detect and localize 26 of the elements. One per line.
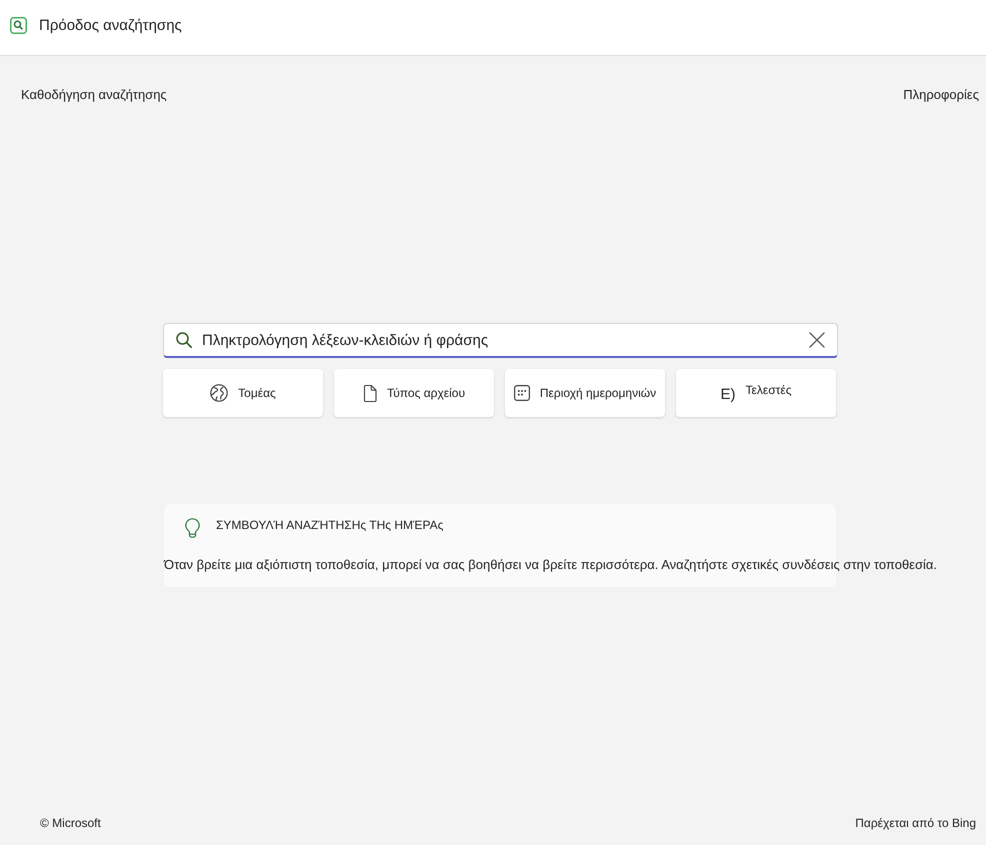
file-icon (362, 384, 377, 402)
tip-text: Όταν βρείτε μια αξιόπιστη τοποθεσία, μπορεί να σας βοηθήσει να βρείτε περισσότερα. Αναζητήστε σχετικές συνδέσεις στην τοποθεσία. (164, 557, 938, 573)
search-icon (10, 17, 27, 34)
globe-icon (210, 384, 228, 402)
search-icon (176, 332, 192, 348)
provider-text: Παρέχεται από το Bing (855, 816, 976, 831)
copyright-text: © Microsoft (40, 816, 101, 831)
info-link[interactable]: Πληροφορίες (903, 87, 979, 103)
page-title: Πρόοδος αναζήτησης (39, 16, 182, 36)
filter-label: Τελεστές (746, 382, 792, 398)
operators-glyph: E) (720, 386, 736, 404)
filter-label: Περιοχή ημερομηνιών (540, 386, 656, 400)
filter-button[interactable]: Τύπος αρχείου (334, 369, 494, 417)
filter-button[interactable]: Περιοχή ημερομηνιών (505, 369, 665, 417)
search-guidance-link[interactable]: Καθοδήγηση αναζήτησης (21, 87, 167, 103)
clear-button[interactable] (809, 332, 825, 348)
lightbulb-icon (185, 518, 200, 538)
calendar-icon (514, 385, 530, 401)
search-input[interactable]: Πληκτρολόγηση λέξεων-κλειδιών ή φράσης (192, 328, 801, 352)
filter-label: Τύπος αρχείου (386, 386, 466, 400)
filter-label: Τομέας (238, 386, 276, 400)
filter-button[interactable]: Τομέας (163, 369, 323, 417)
filter-button[interactable]: E) Τελεστές (676, 369, 836, 417)
search-field[interactable]: Πληκτρολόγηση λέξεων-κλειδιών ή φράσης (163, 323, 838, 358)
close-icon (809, 332, 825, 348)
tip-heading: ΣΥΜΒΟΥΛΉ ΑΝΑΖΉΤΗΣΗς ΤΗς ΗΜΈΡΑς (216, 518, 444, 532)
